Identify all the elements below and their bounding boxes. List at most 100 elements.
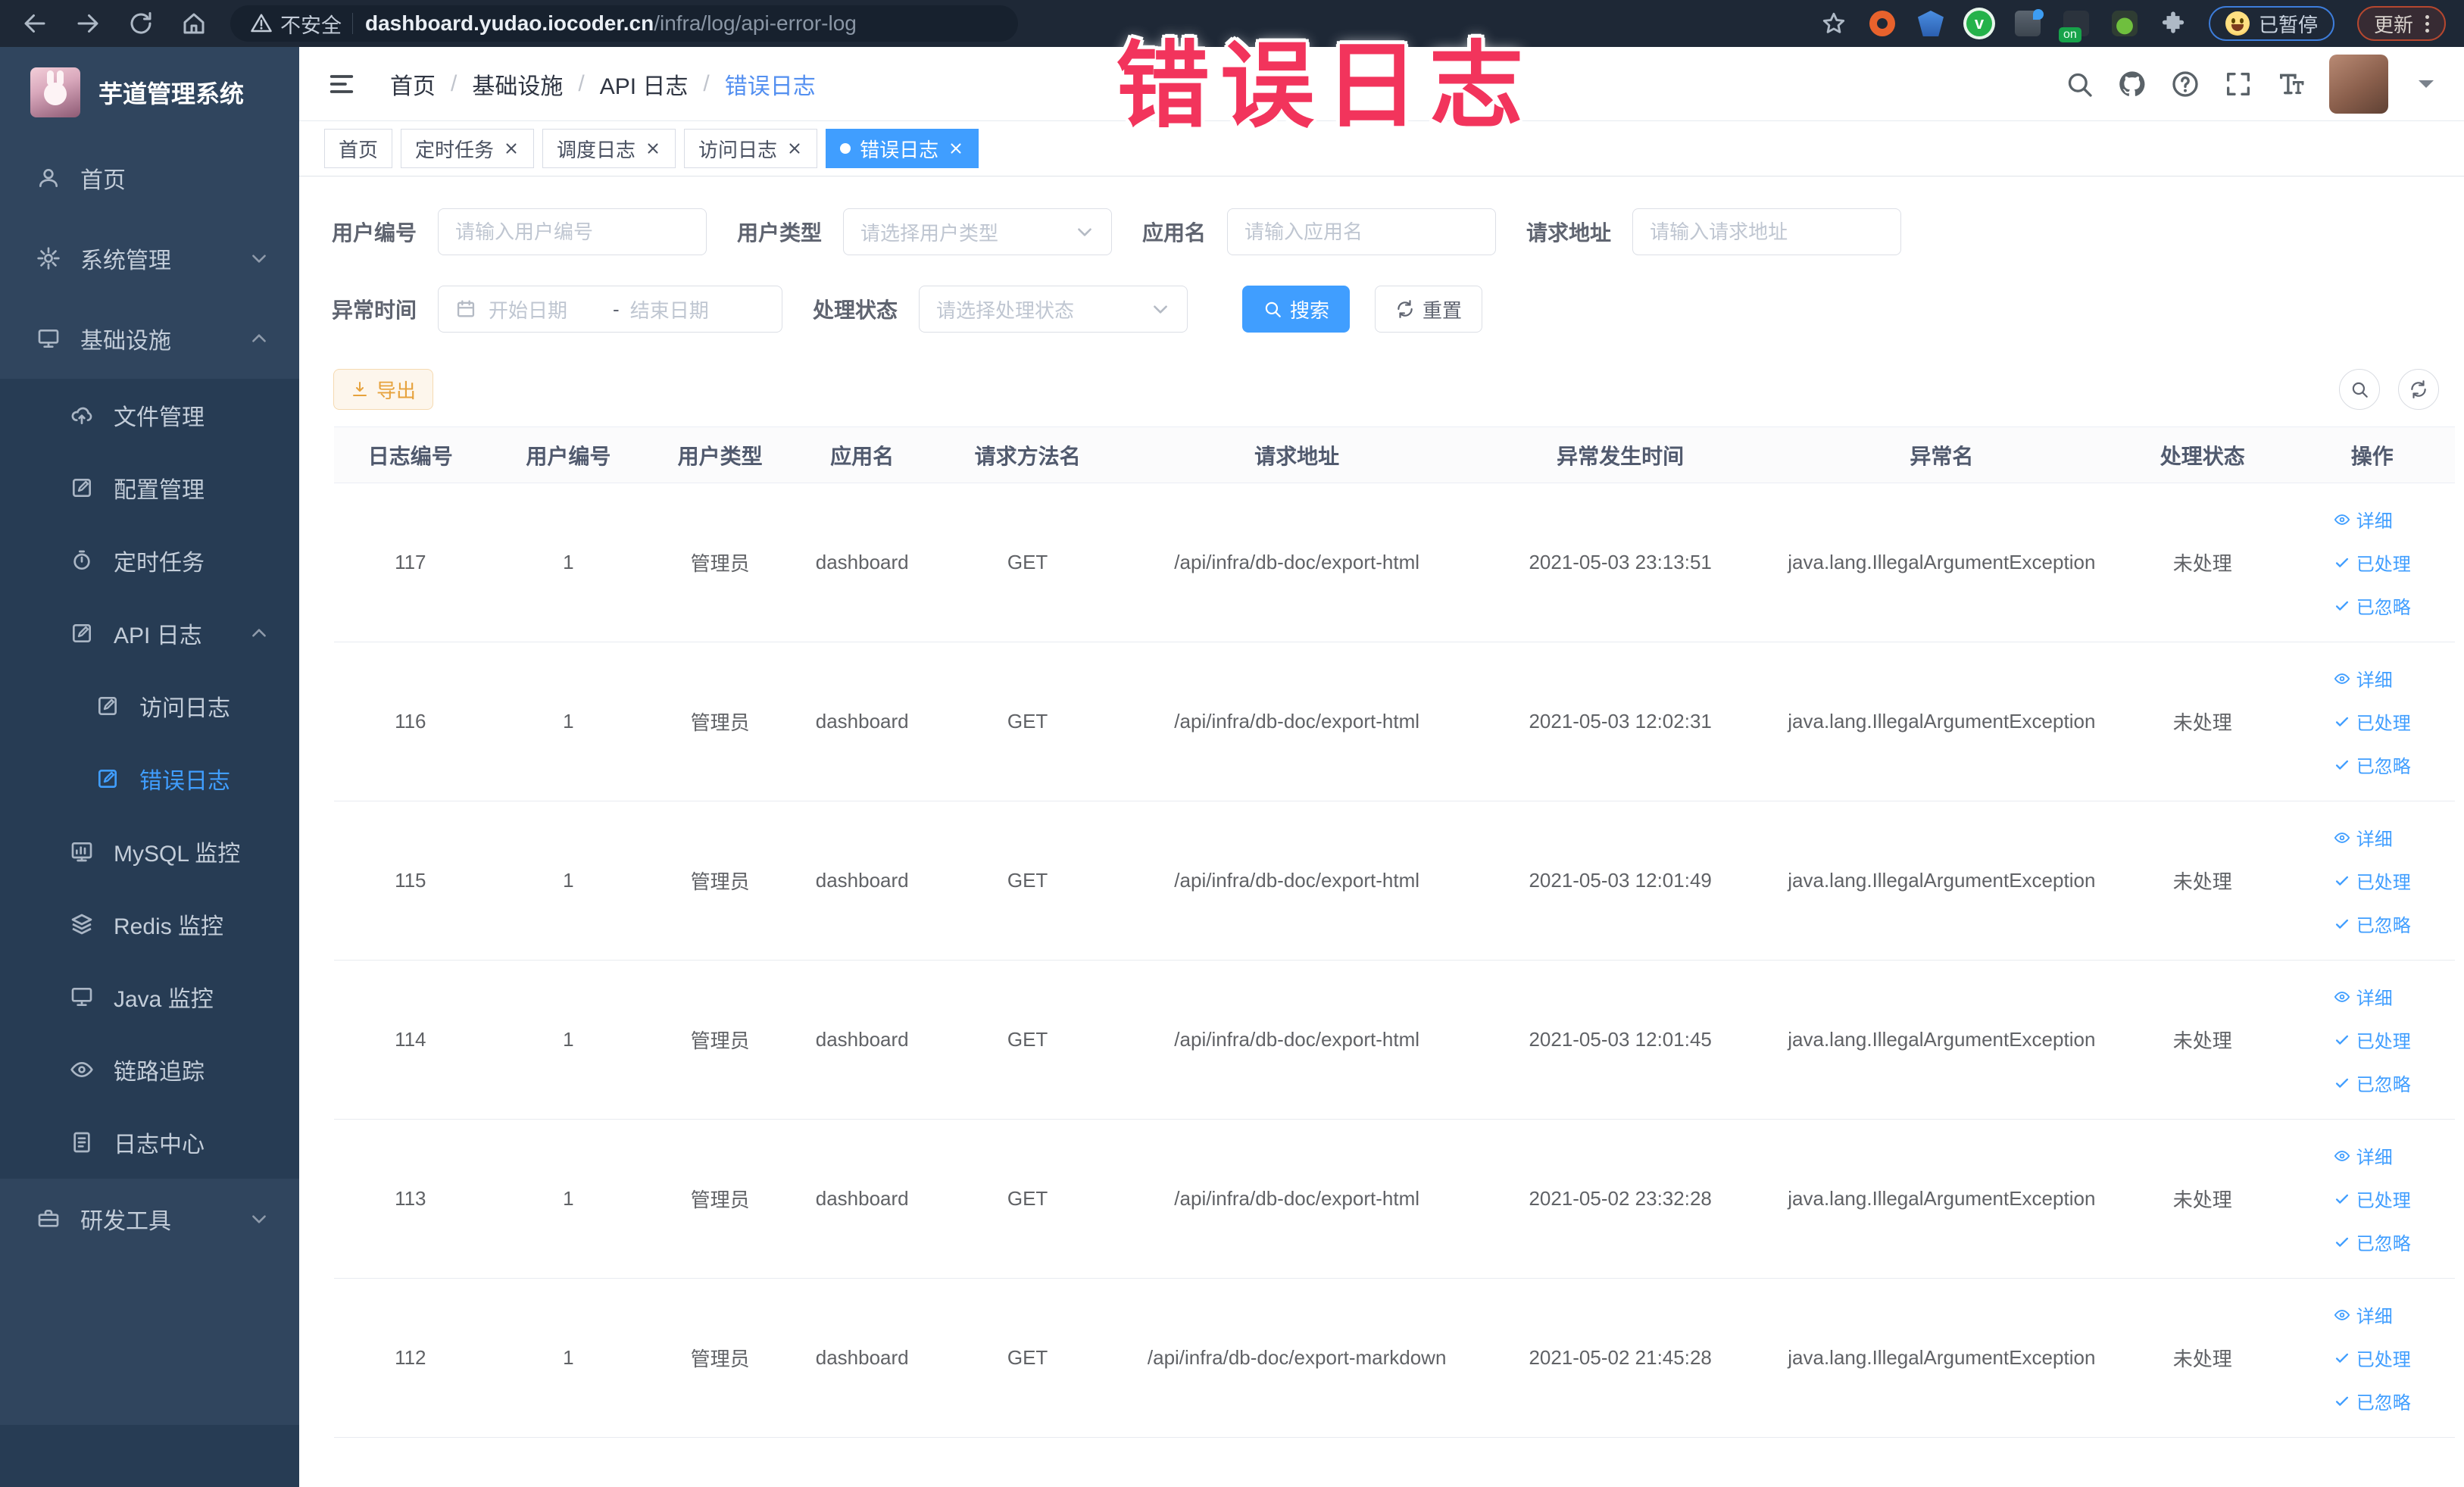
user-id-input[interactable] <box>438 208 707 255</box>
mark-ignored-link[interactable]: 已忽略 <box>2334 911 2411 937</box>
app-name-input-field[interactable] <box>1244 220 1479 244</box>
sidebar-item-scheduled-tasks[interactable]: 定时任务 <box>0 524 299 597</box>
extension-grid-icon[interactable] <box>2014 9 2044 36</box>
sidebar-item-java-monitor[interactable]: Java 监控 <box>0 961 299 1033</box>
process-status-select[interactable]: 请选择处理状态 <box>919 286 1188 333</box>
browser-forward-icon[interactable] <box>74 10 101 37</box>
cell-process-status: 未处理 <box>2115 960 2290 1120</box>
sidebar-item-error-log[interactable]: 错误日志 <box>0 742 299 815</box>
mark-ignored-link[interactable]: 已忽略 <box>2334 1070 2411 1096</box>
sidebar-item-mysql-monitor[interactable]: MySQL 监控 <box>0 815 299 888</box>
fullscreen-icon[interactable] <box>2223 69 2253 99</box>
sidebar-item-trace[interactable]: 链路追踪 <box>0 1033 299 1106</box>
extension-orange-icon[interactable] <box>1869 11 1895 36</box>
detail-link[interactable]: 详细 <box>2334 824 2393 851</box>
bookmark-star-icon[interactable] <box>1821 11 1847 36</box>
app-logo-row[interactable]: 芋道管理系统 <box>0 47 299 138</box>
tab-close-icon[interactable] <box>503 140 520 157</box>
not-secure-label: 不安全 <box>280 14 342 37</box>
hamburger-icon[interactable] <box>326 69 357 99</box>
user-id-input-field[interactable] <box>455 220 690 244</box>
edit-square-icon <box>95 694 120 718</box>
tab-schedule-log[interactable]: 调度日志 <box>542 129 676 168</box>
tab-close-icon[interactable] <box>786 140 803 157</box>
export-button[interactable]: 导出 <box>333 369 434 410</box>
detail-link[interactable]: 详细 <box>2334 506 2393 533</box>
browser-update-chip[interactable]: 更新 <box>2356 6 2446 41</box>
extension-on-badge-icon[interactable] <box>2058 11 2089 42</box>
cell-method: GET <box>934 483 1121 642</box>
tab-error-log[interactable]: 错误日志 <box>826 129 979 168</box>
sidebar-item-home[interactable]: 首页 <box>0 138 299 218</box>
sidebar-item-infrastructure[interactable]: 基础设施 <box>0 298 299 379</box>
mark-ignored-link[interactable]: 已忽略 <box>2334 1229 2411 1255</box>
toggle-search-button[interactable] <box>2339 369 2380 410</box>
reset-button-label: 重置 <box>1422 298 1463 322</box>
cell-process-status: 未处理 <box>2115 642 2290 801</box>
reset-button[interactable]: 重置 <box>1375 286 1483 333</box>
github-icon[interactable] <box>2117 69 2147 99</box>
mark-processed-link[interactable]: 已处理 <box>2334 1186 2411 1212</box>
tab-access-log[interactable]: 访问日志 <box>684 129 818 168</box>
browser-reload-icon[interactable] <box>127 10 155 37</box>
sidebar-item-log-center[interactable]: 日志中心 <box>0 1106 299 1179</box>
refresh-table-button[interactable] <box>2398 369 2439 410</box>
table-header-row: 日志编号 用户编号 用户类型 应用名 请求方法名 请求地址 异常发生时间 异常名… <box>334 426 2455 483</box>
user-avatar[interactable] <box>2329 54 2388 114</box>
mark-ignored-link[interactable]: 已忽略 <box>2334 1388 2411 1414</box>
extensions-puzzle-icon[interactable] <box>2160 11 2186 36</box>
sidebar-item-config-management[interactable]: 配置管理 <box>0 451 299 524</box>
tab-home[interactable]: 首页 <box>324 129 393 168</box>
detail-link[interactable]: 详细 <box>2334 1301 2393 1328</box>
cell-log-id: 117 <box>334 483 487 642</box>
column-header-process-status: 处理状态 <box>2115 426 2290 483</box>
not-secure-warning-icon[interactable] <box>250 12 273 35</box>
mark-processed-link[interactable]: 已处理 <box>2334 549 2411 576</box>
sidebar-item-api-log[interactable]: API 日志 <box>0 597 299 670</box>
sidebar-item-system-management[interactable]: 系统管理 <box>0 218 299 298</box>
user-type-select[interactable]: 请选择用户类型 <box>843 208 1113 255</box>
browser-menu-kebab-icon[interactable] <box>2425 14 2429 33</box>
exception-time-range-picker[interactable]: 开始日期 - 结束日期 <box>438 286 783 333</box>
browser-back-icon[interactable] <box>21 10 48 37</box>
profile-paused-chip[interactable]: 已暂停 <box>2208 6 2334 41</box>
mark-processed-link[interactable]: 已处理 <box>2334 708 2411 735</box>
mark-ignored-link[interactable]: 已忽略 <box>2334 751 2411 778</box>
sidebar-item-file-management[interactable]: 文件管理 <box>0 379 299 451</box>
sidebar-item-dev-tools[interactable]: 研发工具 <box>0 1179 299 1259</box>
cell-exception-name: java.lang.IllegalArgumentException <box>1767 642 2116 801</box>
request-url-input[interactable] <box>1632 208 1902 255</box>
avatar-caret-down-icon[interactable] <box>2411 69 2441 99</box>
sidebar-item-redis-monitor[interactable]: Redis 监控 <box>0 888 299 961</box>
start-date-placeholder: 开始日期 <box>489 298 568 322</box>
browser-home-icon[interactable] <box>180 10 208 37</box>
app-name-input[interactable] <box>1227 208 1497 255</box>
tab-close-icon[interactable] <box>948 140 964 157</box>
mark-ignored-link[interactable]: 已忽略 <box>2334 592 2411 619</box>
request-url-input-field[interactable] <box>1650 220 1885 244</box>
breadcrumb-home[interactable]: 首页 <box>390 67 436 101</box>
detail-link[interactable]: 详细 <box>2334 1142 2393 1169</box>
tab-close-icon[interactable] <box>645 140 661 157</box>
cell-app-name: dashboard <box>789 1278 935 1438</box>
mark-processed-link[interactable]: 已处理 <box>2334 1026 2411 1053</box>
mark-processed-link[interactable]: 已处理 <box>2334 867 2411 894</box>
search-icon[interactable] <box>2064 69 2094 99</box>
extension-shield-icon[interactable] <box>1917 11 1944 36</box>
extension-sprout-icon[interactable] <box>2111 11 2138 36</box>
extension-green-check-icon[interactable]: v <box>1966 11 1992 36</box>
breadcrumb-infrastructure[interactable]: 基础设施 <box>472 67 563 101</box>
detail-link[interactable]: 详细 <box>2334 983 2393 1010</box>
mark-processed-link[interactable]: 已处理 <box>2334 1345 2411 1371</box>
check-icon <box>2334 1075 2350 1092</box>
address-bar[interactable]: 不安全 dashboard.yudao.iocoder.cn /infra/lo… <box>230 5 1018 42</box>
font-size-icon[interactable] <box>2276 69 2306 99</box>
sidebar-item-access-log[interactable]: 访问日志 <box>0 670 299 742</box>
detail-link[interactable]: 详细 <box>2334 665 2393 692</box>
breadcrumb-api-log[interactable]: API 日志 <box>600 67 689 101</box>
help-icon[interactable] <box>2170 69 2200 99</box>
cell-app-name: dashboard <box>789 642 935 801</box>
filter-row-1: 用户编号 用户类型 请选择用户类型 应用名 请求地址 <box>332 208 2453 255</box>
tab-scheduled-tasks[interactable]: 定时任务 <box>401 129 535 168</box>
search-button[interactable]: 搜索 <box>1242 286 1351 333</box>
